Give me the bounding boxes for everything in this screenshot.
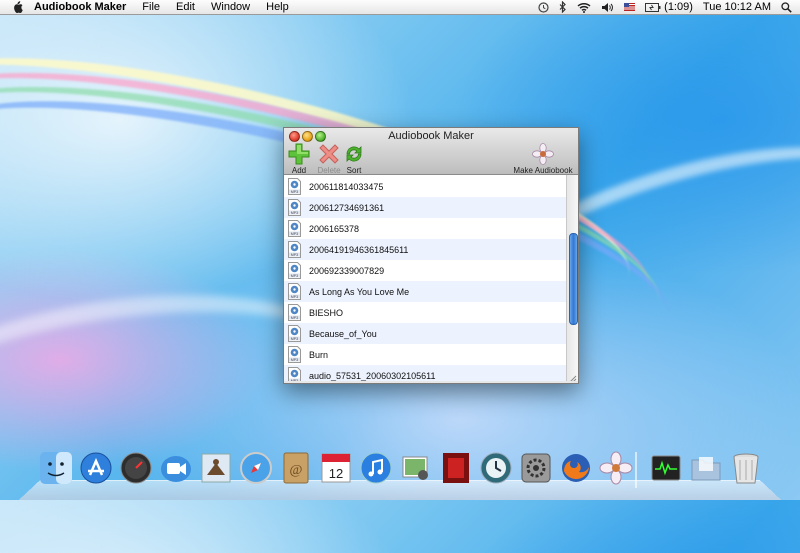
svg-text:MP3: MP3 [291, 337, 298, 341]
file-name: 200612734691361 [309, 202, 385, 213]
list-item[interactable]: MP3 audio_57531_20060302105611 [284, 365, 566, 381]
volume-icon[interactable] [601, 2, 614, 13]
file-name: audio_57531_20060302105611 [309, 370, 436, 381]
ical-icon[interactable]: 12 [318, 450, 354, 486]
system-preferences-icon[interactable] [518, 450, 554, 486]
mp3-file-icon: MP3 [288, 199, 301, 216]
mail-icon[interactable] [198, 450, 234, 486]
iphoto-icon[interactable] [398, 450, 434, 486]
app-menu[interactable]: Audiobook Maker [34, 0, 126, 14]
svg-text:MP3: MP3 [291, 190, 298, 194]
input-source-flag-icon[interactable] [624, 3, 636, 11]
help-menu[interactable]: Help [266, 0, 289, 14]
spotlight-icon[interactable] [781, 1, 792, 13]
add-label: Add [291, 166, 307, 175]
svg-text:MP3: MP3 [291, 274, 298, 278]
file-name: BIESHO [309, 307, 344, 318]
file-name: Burn [309, 349, 329, 360]
svg-text:MP3: MP3 [291, 358, 298, 362]
list-item[interactable]: MP3 Because_of_You [284, 323, 566, 344]
mp3-file-icon: MP3 [288, 178, 301, 195]
status-menus: (1:09) Tue 10:12 AM [528, 0, 792, 14]
list-item[interactable]: MP3 200692339007829 [284, 260, 566, 281]
audiobook-maker-window: Audiobook Maker Add Delete Sort Make Aud… [283, 127, 579, 384]
mp3-file-icon: MP3 [288, 283, 301, 300]
time-machine-status-icon[interactable] [538, 1, 549, 13]
firefox-icon[interactable] [558, 450, 594, 486]
dock: @ 12 [38, 447, 778, 491]
window-titlebar[interactable]: Audiobook Maker Add Delete Sort Make Aud… [284, 128, 578, 175]
delete-label: Delete [317, 166, 341, 175]
activity-monitor-icon[interactable] [648, 450, 684, 486]
file-name: Because_of_You [309, 328, 377, 339]
sort-arrows-icon [343, 143, 365, 165]
battery-icon [645, 2, 661, 12]
dock-separator [635, 452, 637, 488]
svg-text:MP3: MP3 [291, 295, 298, 299]
make-audiobook-button[interactable]: Make Audiobook [512, 143, 574, 175]
file-name: As Long As You Love Me [309, 286, 410, 297]
add-button[interactable]: Add [286, 143, 312, 175]
mp3-file-icon: MP3 [288, 262, 301, 279]
make-audiobook-label: Make Audiobook [513, 166, 573, 175]
mp3-file-icon: MP3 [288, 304, 301, 321]
plus-icon [288, 143, 310, 165]
itunes-icon[interactable] [358, 450, 394, 486]
menu-clock[interactable]: Tue 10:12 AM [703, 1, 771, 13]
vertical-scrollbar[interactable] [566, 175, 578, 381]
list-item[interactable]: MP3 Burn [284, 344, 566, 365]
scrollbar-thumb[interactable] [569, 233, 578, 325]
mp3-file-icon: MP3 [288, 241, 301, 258]
safari-icon[interactable] [238, 450, 274, 486]
app-store-icon[interactable] [78, 450, 114, 486]
file-list[interactable]: MP3 200611814033475 MP3 200612734691361 … [284, 175, 578, 381]
delete-x-icon [318, 143, 340, 165]
apple-menu-icon[interactable] [10, 0, 24, 14]
edit-menu[interactable]: Edit [176, 0, 195, 14]
svg-text:MP3: MP3 [291, 232, 298, 236]
list-item[interactable]: MP3 As Long As You Love Me [284, 281, 566, 302]
svg-text:MP3: MP3 [291, 379, 298, 381]
svg-text:12: 12 [329, 466, 343, 481]
svg-text:MP3: MP3 [291, 316, 298, 320]
mp3-file-icon: MP3 [288, 367, 301, 381]
mp3-file-icon: MP3 [288, 346, 301, 363]
battery-time: (1:09) [664, 1, 693, 13]
documents-folder-icon[interactable] [688, 450, 724, 486]
svg-text:MP3: MP3 [291, 211, 298, 215]
file-name: 200611814033475 [309, 181, 384, 192]
bluetooth-icon[interactable] [559, 1, 567, 13]
list-item[interactable]: MP3 2006165378 [284, 218, 566, 239]
sort-label: Sort [346, 166, 362, 175]
sort-button[interactable]: Sort [342, 143, 366, 175]
mp3-file-icon: MP3 [288, 220, 301, 237]
mp3-file-icon: MP3 [288, 325, 301, 342]
resize-grip-icon[interactable] [569, 372, 577, 381]
time-machine-icon[interactable] [478, 450, 514, 486]
audiobook-maker-icon[interactable] [598, 450, 634, 486]
photo-booth-icon[interactable] [438, 450, 474, 486]
file-name: 20064191946361845611 [309, 244, 409, 255]
window-title: Audiobook Maker [388, 130, 474, 142]
file-name: 200692339007829 [309, 265, 385, 276]
svg-text:MP3: MP3 [291, 253, 298, 257]
finder-icon[interactable] [38, 450, 74, 486]
menu-bar: Audiobook Maker File Edit Window Help (1… [0, 0, 800, 15]
list-item[interactable]: MP3 20064191946361845611 [284, 239, 566, 260]
address-book-icon[interactable]: @ [278, 450, 314, 486]
list-item[interactable]: MP3 200612734691361 [284, 197, 566, 218]
wifi-icon[interactable] [577, 2, 591, 13]
list-item[interactable]: MP3 200611814033475 [284, 176, 566, 197]
window-menu[interactable]: Window [211, 0, 250, 14]
facetime-icon[interactable] [158, 450, 194, 486]
file-name: 2006165378 [309, 223, 360, 234]
file-menu[interactable]: File [142, 0, 160, 14]
delete-button[interactable]: Delete [314, 143, 344, 175]
trash-icon[interactable] [728, 450, 764, 486]
battery-status[interactable]: (1:09) [645, 1, 693, 13]
svg-text:@: @ [290, 463, 303, 478]
dashboard-icon[interactable] [118, 450, 154, 486]
make-audiobook-flower-icon [532, 143, 554, 165]
list-item[interactable]: MP3 BIESHO [284, 302, 566, 323]
